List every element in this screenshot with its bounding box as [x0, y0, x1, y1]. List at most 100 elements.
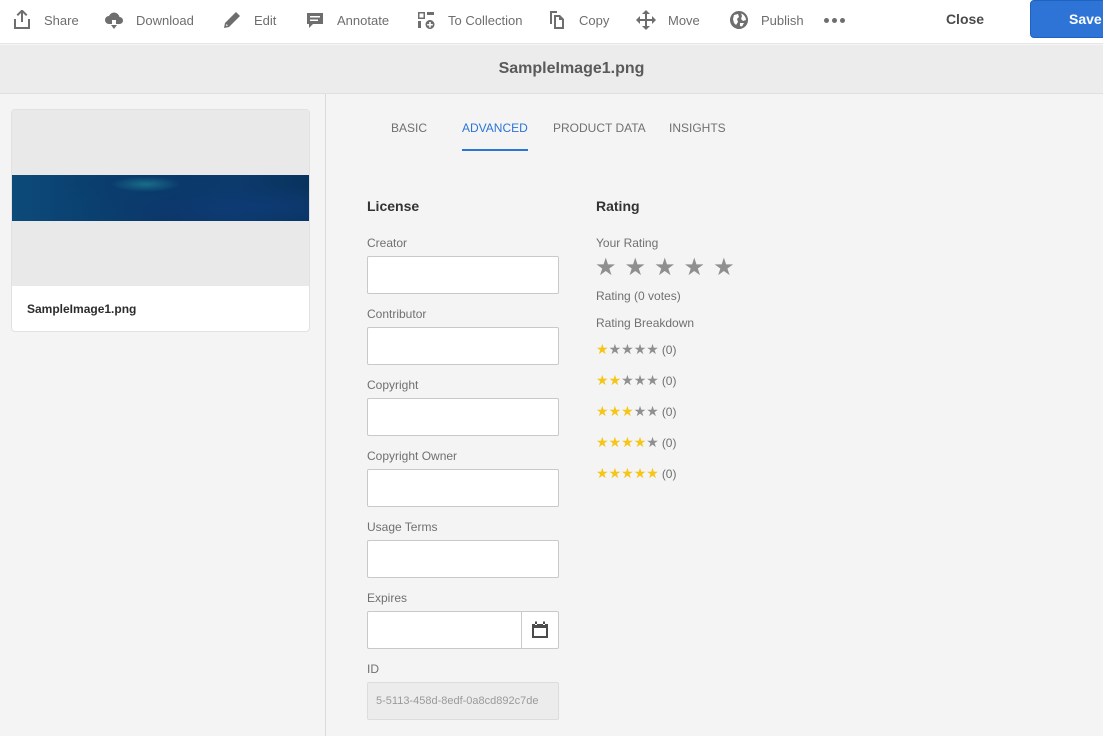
star-filled-icon: ★ — [621, 465, 634, 481]
left-panel: SampleImage1.png — [0, 94, 326, 736]
close-button[interactable]: Close — [932, 0, 998, 38]
asset-card-name: SampleImage1.png — [27, 302, 137, 316]
copy-label: Copy — [579, 12, 610, 28]
copyright-owner-field[interactable] — [367, 469, 559, 507]
copyright-field[interactable] — [367, 398, 559, 436]
star-empty-icon: ★ — [633, 372, 647, 388]
star-filled-icon: ★ — [608, 403, 622, 419]
tab-insights[interactable]: INSIGHTS — [669, 121, 726, 149]
rating-breakdown-label: Rating Breakdown — [596, 316, 695, 330]
breakdown-stars: ★★★★★ — [596, 342, 659, 357]
star-filled-icon: ★ — [596, 465, 609, 481]
breakdown-count: (0) — [661, 466, 677, 481]
download-button[interactable]: Download — [104, 0, 194, 40]
more-actions-button[interactable] — [824, 0, 845, 40]
star-empty-icon: ★ — [608, 341, 622, 357]
publish-button[interactable]: Publish — [729, 0, 804, 40]
rate-4-star-icon[interactable]: ★ — [684, 256, 706, 280]
creator-label: Creator — [367, 236, 408, 250]
share-button[interactable]: Share — [12, 0, 79, 40]
star-filled-icon: ★ — [596, 372, 609, 388]
star-filled-icon: ★ — [596, 434, 609, 450]
usage-terms-label: Usage Terms — [367, 520, 438, 534]
star-filled-icon: ★ — [633, 434, 647, 450]
toolbar: Share Download Edit Annotate To Collecti… — [0, 0, 1103, 44]
your-rating-stars: ★ ★ ★ ★ ★ — [595, 256, 735, 280]
move-button[interactable]: Move — [636, 0, 700, 40]
breakdown-count: (0) — [661, 342, 677, 357]
star-empty-icon: ★ — [633, 403, 647, 419]
properties-panel: BASIC ADVANCED PRODUCT DATA INSIGHTS Lic… — [327, 94, 1103, 736]
share-icon — [14, 10, 30, 29]
move-icon — [636, 10, 656, 30]
publish-label: Publish — [761, 12, 804, 28]
star-empty-icon: ★ — [621, 372, 634, 388]
breakdown-stars: ★★★★★ — [596, 435, 659, 450]
star-empty-icon: ★ — [646, 372, 659, 388]
star-filled-icon: ★ — [646, 465, 659, 481]
tab-product-data[interactable]: PRODUCT DATA — [553, 121, 646, 149]
breakdown-row-1: ★★★★★ (0) — [596, 342, 676, 357]
asset-card[interactable]: SampleImage1.png — [11, 109, 310, 332]
move-label: Move — [668, 12, 700, 28]
star-empty-icon: ★ — [646, 341, 659, 357]
usage-terms-field[interactable] — [367, 540, 559, 578]
expires-field[interactable] — [367, 611, 522, 649]
breakdown-count: (0) — [661, 373, 677, 388]
tab-basic[interactable]: BASIC — [391, 121, 427, 149]
license-heading: License — [367, 198, 420, 214]
asset-thumbnail — [12, 110, 309, 286]
tab-advanced[interactable]: ADVANCED — [462, 121, 528, 151]
download-label: Download — [136, 12, 194, 28]
star-empty-icon: ★ — [633, 341, 647, 357]
star-filled-icon: ★ — [621, 403, 634, 419]
breakdown-stars: ★★★★★ — [596, 466, 659, 481]
star-filled-icon: ★ — [596, 403, 609, 419]
copyright-label: Copyright — [367, 378, 419, 392]
annotate-label: Annotate — [337, 12, 390, 28]
star-empty-icon: ★ — [646, 403, 659, 419]
your-rating-label: Your Rating — [596, 236, 659, 250]
to-collection-button[interactable]: To Collection — [416, 0, 522, 40]
edit-label: Edit — [254, 12, 277, 28]
annotate-button[interactable]: Annotate — [305, 0, 389, 40]
star-filled-icon: ★ — [608, 434, 622, 450]
star-empty-icon: ★ — [646, 434, 659, 450]
calendar-icon — [532, 621, 548, 638]
breakdown-stars: ★★★★★ — [596, 404, 659, 419]
id-label: ID — [367, 662, 379, 676]
share-label: Share — [44, 12, 79, 28]
page-title: SampleImage1.png — [498, 60, 645, 77]
save-button[interactable]: Save — [1030, 0, 1103, 38]
breakdown-row-5: ★★★★★ (0) — [596, 466, 676, 481]
expires-datepicker — [367, 611, 559, 649]
rate-3-star-icon[interactable]: ★ — [654, 256, 676, 280]
star-filled-icon: ★ — [608, 465, 622, 481]
edit-button[interactable]: Edit — [222, 0, 276, 40]
copyright-owner-label: Copyright Owner — [367, 449, 458, 463]
id-field — [367, 682, 559, 720]
rate-2-star-icon[interactable]: ★ — [625, 256, 647, 280]
star-filled-icon: ★ — [621, 434, 634, 450]
rating-heading: Rating — [596, 198, 640, 214]
breakdown-count: (0) — [661, 435, 677, 450]
creator-field[interactable] — [367, 256, 559, 294]
star-filled-icon: ★ — [608, 372, 622, 388]
rating-summary: Rating (0 votes) — [596, 289, 681, 303]
pencil-icon — [224, 12, 240, 28]
asset-image — [12, 175, 309, 221]
breakdown-row-4: ★★★★★ (0) — [596, 435, 676, 450]
copy-icon — [550, 11, 564, 29]
copy-button[interactable]: Copy — [547, 0, 609, 40]
breakdown-count: (0) — [661, 404, 677, 419]
breakdown-row-2: ★★★★★ (0) — [596, 373, 676, 388]
contributor-field[interactable] — [367, 327, 559, 365]
add-to-collection-icon — [418, 12, 435, 29]
rate-5-star-icon[interactable]: ★ — [713, 256, 735, 280]
calendar-button[interactable] — [521, 611, 559, 649]
rate-1-star-icon[interactable]: ★ — [595, 256, 617, 280]
breakdown-row-3: ★★★★★ (0) — [596, 404, 676, 419]
expires-label: Expires — [367, 591, 408, 605]
star-filled-icon: ★ — [633, 465, 647, 481]
star-filled-icon: ★ — [596, 341, 609, 357]
